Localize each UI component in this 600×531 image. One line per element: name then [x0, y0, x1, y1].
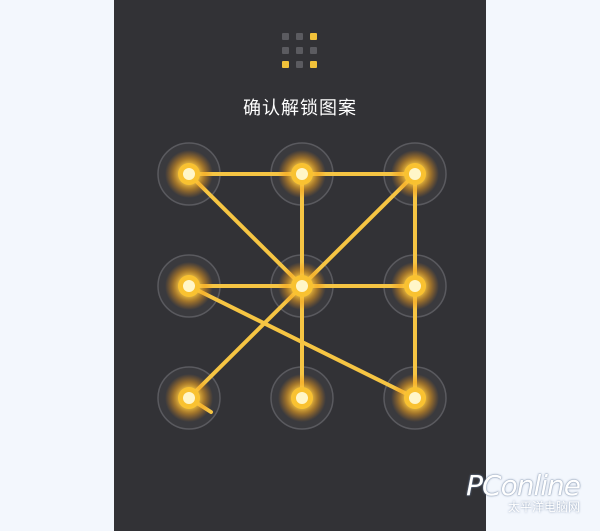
- screenshot: 确认解锁图案 PConline 太平洋电脑网: [0, 0, 600, 531]
- pattern-node-core-5: [296, 280, 308, 292]
- pattern-node-core-4: [183, 280, 195, 292]
- pattern-node-core-1: [183, 168, 195, 180]
- pattern-node-core-6: [409, 280, 421, 292]
- pattern-node-core-9: [409, 392, 421, 404]
- lock-screen: 确认解锁图案: [114, 0, 486, 531]
- pattern-node-core-3: [409, 168, 421, 180]
- pattern-node-core-8: [296, 392, 308, 404]
- pattern-node-core-2: [296, 168, 308, 180]
- pattern-lock-pad[interactable]: [114, 0, 486, 531]
- pattern-node-core-7: [183, 392, 195, 404]
